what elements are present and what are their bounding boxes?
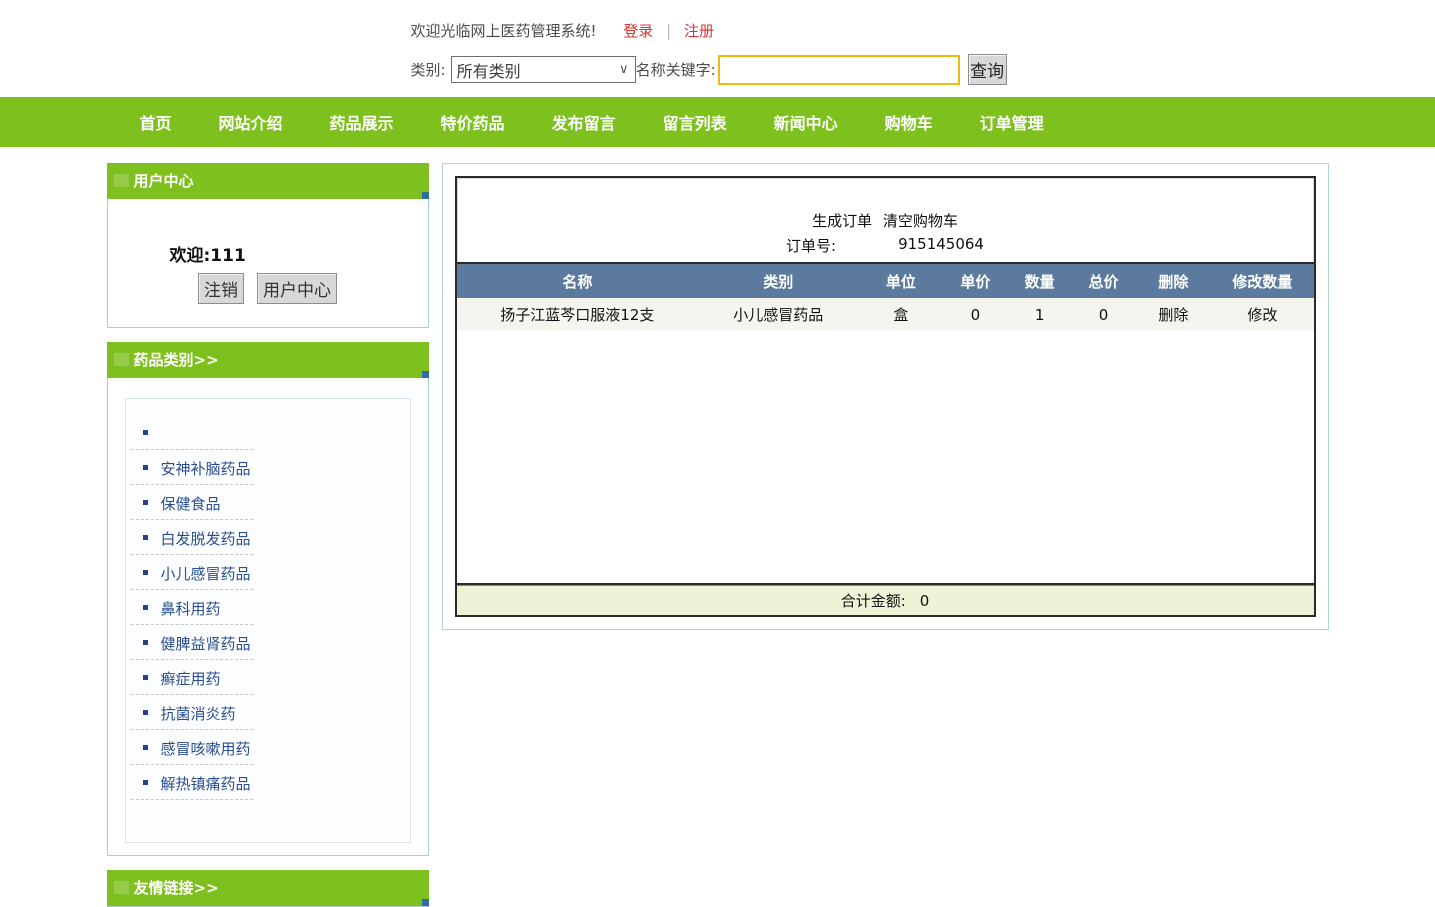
category-link[interactable]: 小儿感冒药品: [161, 563, 251, 584]
category-item[interactable]: 抗菌消炎药: [126, 703, 410, 738]
link-separator: |: [666, 22, 672, 40]
bullet-icon: [142, 605, 148, 610]
category-selected-value: 所有类别: [456, 61, 521, 81]
search-button[interactable]: 查询: [967, 54, 1007, 85]
col-header-delete: 删除: [1158, 272, 1189, 291]
nav-item-post-message[interactable]: 发布留言: [552, 110, 616, 134]
category-item[interactable]: 小儿感冒药品: [126, 563, 410, 598]
cart-table-empty-area: [456, 331, 1314, 585]
cell-total: 0: [1098, 305, 1109, 324]
cell-category: 小儿感冒药品: [733, 306, 824, 324]
login-link[interactable]: 登录: [623, 22, 653, 40]
modify-qty-link[interactable]: 修改: [1247, 306, 1277, 324]
user-welcome-text: 欢迎:111: [169, 246, 246, 266]
total-label: 合计金额:: [840, 592, 906, 610]
category-label: 类别:: [410, 61, 446, 79]
category-item[interactable]: 感冒咳嗽用药: [126, 738, 410, 773]
category-item[interactable]: 解热镇痛药品: [126, 773, 410, 808]
bullet-icon: [142, 430, 148, 435]
nav-item-news-center[interactable]: 新闻中心: [774, 110, 838, 134]
sidebar: 用户中心 欢迎:111 注销 用户中心 药品类别>> 安神补脑药品 保健食品 白…: [106, 163, 429, 907]
col-header-modify: 修改数量: [1232, 272, 1293, 291]
col-header-unit: 单位: [885, 272, 916, 291]
order-no-label: 订单号:: [786, 237, 837, 255]
nav-item-site-intro[interactable]: 网站介绍: [219, 110, 283, 134]
total-value: 0: [919, 591, 930, 610]
bullet-icon: [142, 465, 148, 470]
logout-button[interactable]: 注销: [197, 273, 244, 304]
nav-item-cart[interactable]: 购物车: [885, 110, 933, 134]
keyword-input[interactable]: [717, 54, 960, 85]
bullet-icon: [142, 675, 148, 680]
category-link[interactable]: 健脾益肾药品: [161, 633, 251, 654]
col-header-total: 总价: [1088, 272, 1119, 291]
category-link[interactable]: 感冒咳嗽用药: [161, 738, 251, 759]
category-link[interactable]: 抗菌消炎药: [161, 703, 236, 724]
col-header-price: 单价: [960, 272, 991, 291]
user-center-header: 用户中心: [106, 163, 429, 199]
cart-table-row: 扬子江蓝芩口服液12支 小儿感冒药品 盒 0 1 0 删除 修改: [456, 298, 1314, 331]
drug-categories-header: 药品类别>>: [106, 342, 429, 378]
category-link[interactable]: 鼻科用药: [161, 598, 221, 619]
main-nav: 首页 网站介绍 药品展示 特价药品 发布留言 留言列表 新闻中心 购物车 订单管…: [0, 97, 1435, 147]
category-link[interactable]: 白发脱发药品: [161, 528, 251, 549]
drug-categories-panel: 药品类别>> 安神补脑药品 保健食品 白发脱发药品 小儿感冒药品 鼻科用药 健脾…: [106, 342, 429, 856]
category-item[interactable]: [126, 423, 410, 458]
register-link[interactable]: 注册: [684, 22, 714, 40]
category-item[interactable]: 健脾益肾药品: [126, 633, 410, 668]
category-item[interactable]: 鼻科用药: [126, 598, 410, 633]
user-center-button[interactable]: 用户中心: [257, 273, 338, 304]
cell-price: 0: [970, 305, 981, 324]
user-center-panel: 用户中心 欢迎:111 注销 用户中心: [106, 163, 429, 328]
clear-cart-link[interactable]: 清空购物车: [883, 212, 958, 230]
cell-name: 扬子江蓝芩口服液12支: [500, 306, 655, 324]
nav-item-order-management[interactable]: 订单管理: [980, 110, 1044, 134]
category-link[interactable]: 癣症用药: [161, 668, 221, 689]
category-item[interactable]: 白发脱发药品: [126, 528, 410, 563]
generate-order-link[interactable]: 生成订单: [812, 212, 872, 230]
bullet-icon: [142, 745, 148, 750]
category-link[interactable]: 保健食品: [161, 493, 221, 514]
welcome-text: 欢迎光临网上医药管理系统!: [410, 22, 597, 40]
delete-row-link[interactable]: 删除: [1158, 306, 1188, 324]
nav-item-message-list[interactable]: 留言列表: [663, 110, 727, 134]
order-no-value: 915145064: [898, 235, 984, 253]
friendly-links-panel: 友情链接>>: [106, 870, 429, 907]
nav-item-special-drugs[interactable]: 特价药品: [441, 110, 505, 134]
category-item[interactable]: 安神补脑药品: [126, 458, 410, 493]
main-content: 生成订单 清空购物车 订单号: 915145064 名称 类别 单位 单价 数量…: [441, 163, 1329, 630]
welcome-line: 欢迎光临网上医药管理系统! 登录 | 注册: [411, 20, 1025, 41]
keyword-label: 名称关键字:: [635, 61, 716, 79]
bullet-icon: [142, 570, 148, 575]
cart-table-header: 名称 类别 单位 单价 数量 总价 删除 修改数量: [456, 264, 1314, 298]
col-header-name: 名称: [562, 272, 593, 291]
category-list: 安神补脑药品 保健食品 白发脱发药品 小儿感冒药品 鼻科用药 健脾益肾药品 癣症…: [126, 423, 410, 808]
cart-total-bar: 合计金额: 0: [456, 585, 1314, 615]
bullet-icon: [142, 780, 148, 785]
col-header-qty: 数量: [1024, 272, 1055, 291]
bullet-icon: [142, 640, 148, 645]
col-header-category: 类别: [763, 272, 794, 291]
nav-item-home[interactable]: 首页: [140, 110, 172, 134]
bullet-icon: [142, 710, 148, 715]
bullet-icon: [142, 535, 148, 540]
category-item[interactable]: 癣症用药: [126, 668, 410, 703]
nav-item-drug-display[interactable]: 药品展示: [330, 110, 394, 134]
category-link[interactable]: 安神补脑药品: [161, 458, 251, 479]
chevron-down-icon: ∨: [619, 62, 629, 77]
cell-unit: 盒: [893, 306, 909, 324]
search-bar: 类别: 所有类别 ∨ 名称关键字: 查询: [411, 54, 1025, 85]
order-info-section: 生成订单 清空购物车 订单号: 915145064: [456, 178, 1314, 264]
topbar: 欢迎光临网上医药管理系统! 登录 | 注册 类别: 所有类别 ∨ 名称关键字: …: [0, 0, 1435, 97]
category-item[interactable]: 保健食品: [126, 493, 410, 528]
category-select[interactable]: 所有类别 ∨: [450, 56, 636, 83]
bullet-icon: [142, 500, 148, 505]
cell-qty: 1: [1034, 305, 1045, 324]
cart-table: 生成订单 清空购物车 订单号: 915145064 名称 类别 单位 单价 数量…: [454, 176, 1316, 617]
friendly-links-header: 友情链接>>: [106, 870, 429, 906]
category-link[interactable]: 解热镇痛药品: [161, 773, 251, 794]
